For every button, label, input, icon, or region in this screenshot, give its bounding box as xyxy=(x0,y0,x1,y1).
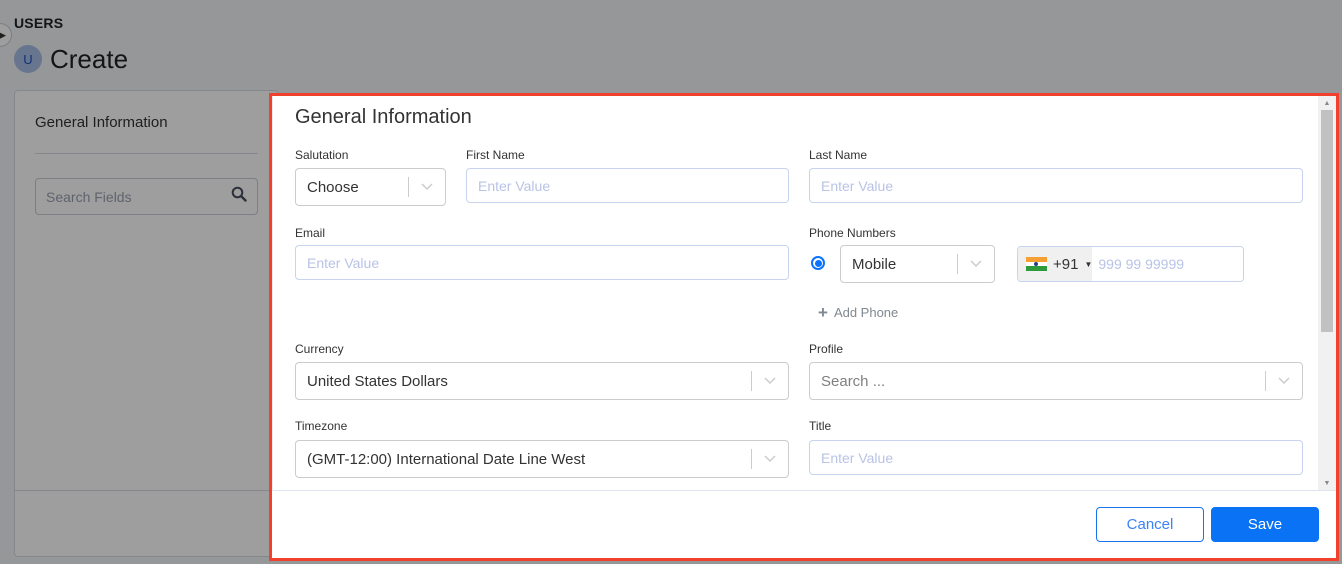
cancel-button[interactable]: Cancel xyxy=(1096,507,1204,542)
modal-footer: Cancel Save xyxy=(272,490,1336,558)
scroll-up-arrow-icon[interactable]: ▲ xyxy=(1318,96,1336,110)
scrollbar-thumb[interactable] xyxy=(1321,110,1333,332)
profile-select[interactable]: Search ... xyxy=(809,362,1303,400)
phone-number-field: +91 ▼ xyxy=(1017,246,1244,282)
add-phone-button[interactable]: + Add Phone xyxy=(818,304,898,321)
last-name-label: Last Name xyxy=(809,148,868,162)
timezone-select[interactable]: (GMT-12:00) International Date Line West xyxy=(295,440,789,478)
last-name-input[interactable] xyxy=(809,168,1303,203)
phone-type-select[interactable]: Mobile xyxy=(840,245,995,283)
title-label: Title xyxy=(809,419,832,433)
timezone-label: Timezone xyxy=(295,419,348,433)
modal-scrollbar[interactable]: ▲ ▼ xyxy=(1318,96,1336,490)
currency-value: United States Dollars xyxy=(307,372,448,390)
add-phone-label: Add Phone xyxy=(833,305,899,320)
profile-search-placeholder[interactable]: Search ... xyxy=(810,373,1265,390)
phone-type-value: Mobile xyxy=(852,255,897,273)
modal-body: General Information Salutation Choose Fi… xyxy=(272,96,1318,490)
country-code-picker[interactable]: +91 ▼ xyxy=(1018,247,1093,281)
radio-selected-dot xyxy=(814,259,822,267)
save-button[interactable]: Save xyxy=(1211,507,1319,542)
currency-label: Currency xyxy=(295,342,344,356)
salutation-select[interactable]: Choose xyxy=(295,168,446,206)
chevron-down-icon[interactable] xyxy=(958,260,994,268)
email-label: Email xyxy=(295,226,326,240)
title-input[interactable] xyxy=(809,440,1303,475)
timezone-value: (GMT-12:00) International Date Line West xyxy=(307,450,586,468)
chevron-down-icon[interactable] xyxy=(752,455,788,463)
first-name-input[interactable] xyxy=(466,168,789,203)
first-name-label: First Name xyxy=(466,148,525,162)
scroll-down-arrow-icon[interactable]: ▼ xyxy=(1318,476,1336,490)
chevron-down-icon[interactable] xyxy=(752,377,788,385)
create-user-modal: General Information Salutation Choose Fi… xyxy=(269,93,1339,561)
chevron-down-icon[interactable] xyxy=(1266,377,1302,385)
currency-select[interactable]: United States Dollars xyxy=(295,362,789,400)
plus-icon: + xyxy=(818,303,828,322)
phone-number-input[interactable] xyxy=(1092,247,1243,281)
primary-phone-radio[interactable] xyxy=(811,256,825,270)
india-flag-icon xyxy=(1026,257,1047,272)
section-title: General Information xyxy=(295,106,472,128)
chevron-down-icon[interactable] xyxy=(409,183,445,191)
phone-numbers-label: Phone Numbers xyxy=(809,226,896,240)
salutation-value: Choose xyxy=(307,178,359,196)
caret-down-icon: ▼ xyxy=(1084,259,1093,269)
country-code: +91 xyxy=(1053,255,1079,273)
profile-label: Profile xyxy=(809,342,844,356)
salutation-label: Salutation xyxy=(295,148,349,162)
email-input[interactable] xyxy=(295,245,789,280)
